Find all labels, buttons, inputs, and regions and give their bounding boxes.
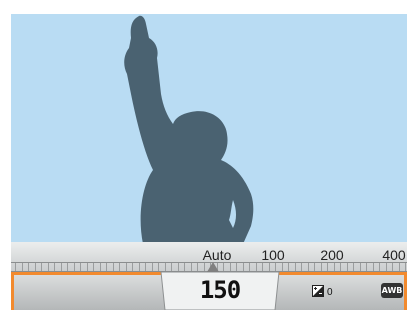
shooting-menu-bar: 150 0 AWB (11, 272, 407, 310)
menu-bar-left-border (11, 275, 14, 310)
iso-option-200[interactable]: 200 (320, 247, 343, 263)
camera-viewfinder: Auto 100 200 400 150 0 AWB (11, 14, 407, 310)
menu-bar-right-border (404, 275, 407, 310)
exposure-compensation-value: 0 (327, 287, 333, 298)
iso-option-400[interactable]: 400 (382, 247, 405, 263)
iso-option-100[interactable]: 100 (261, 247, 284, 263)
auto-white-balance-icon[interactable]: AWB (381, 283, 403, 298)
iso-setting-button[interactable]: 150 (159, 272, 281, 310)
exposure-compensation-icon[interactable] (312, 285, 324, 297)
iso-option-auto[interactable]: Auto (203, 247, 232, 263)
iso-scale-pointer (207, 262, 219, 272)
iso-value: 150 (199, 276, 241, 304)
